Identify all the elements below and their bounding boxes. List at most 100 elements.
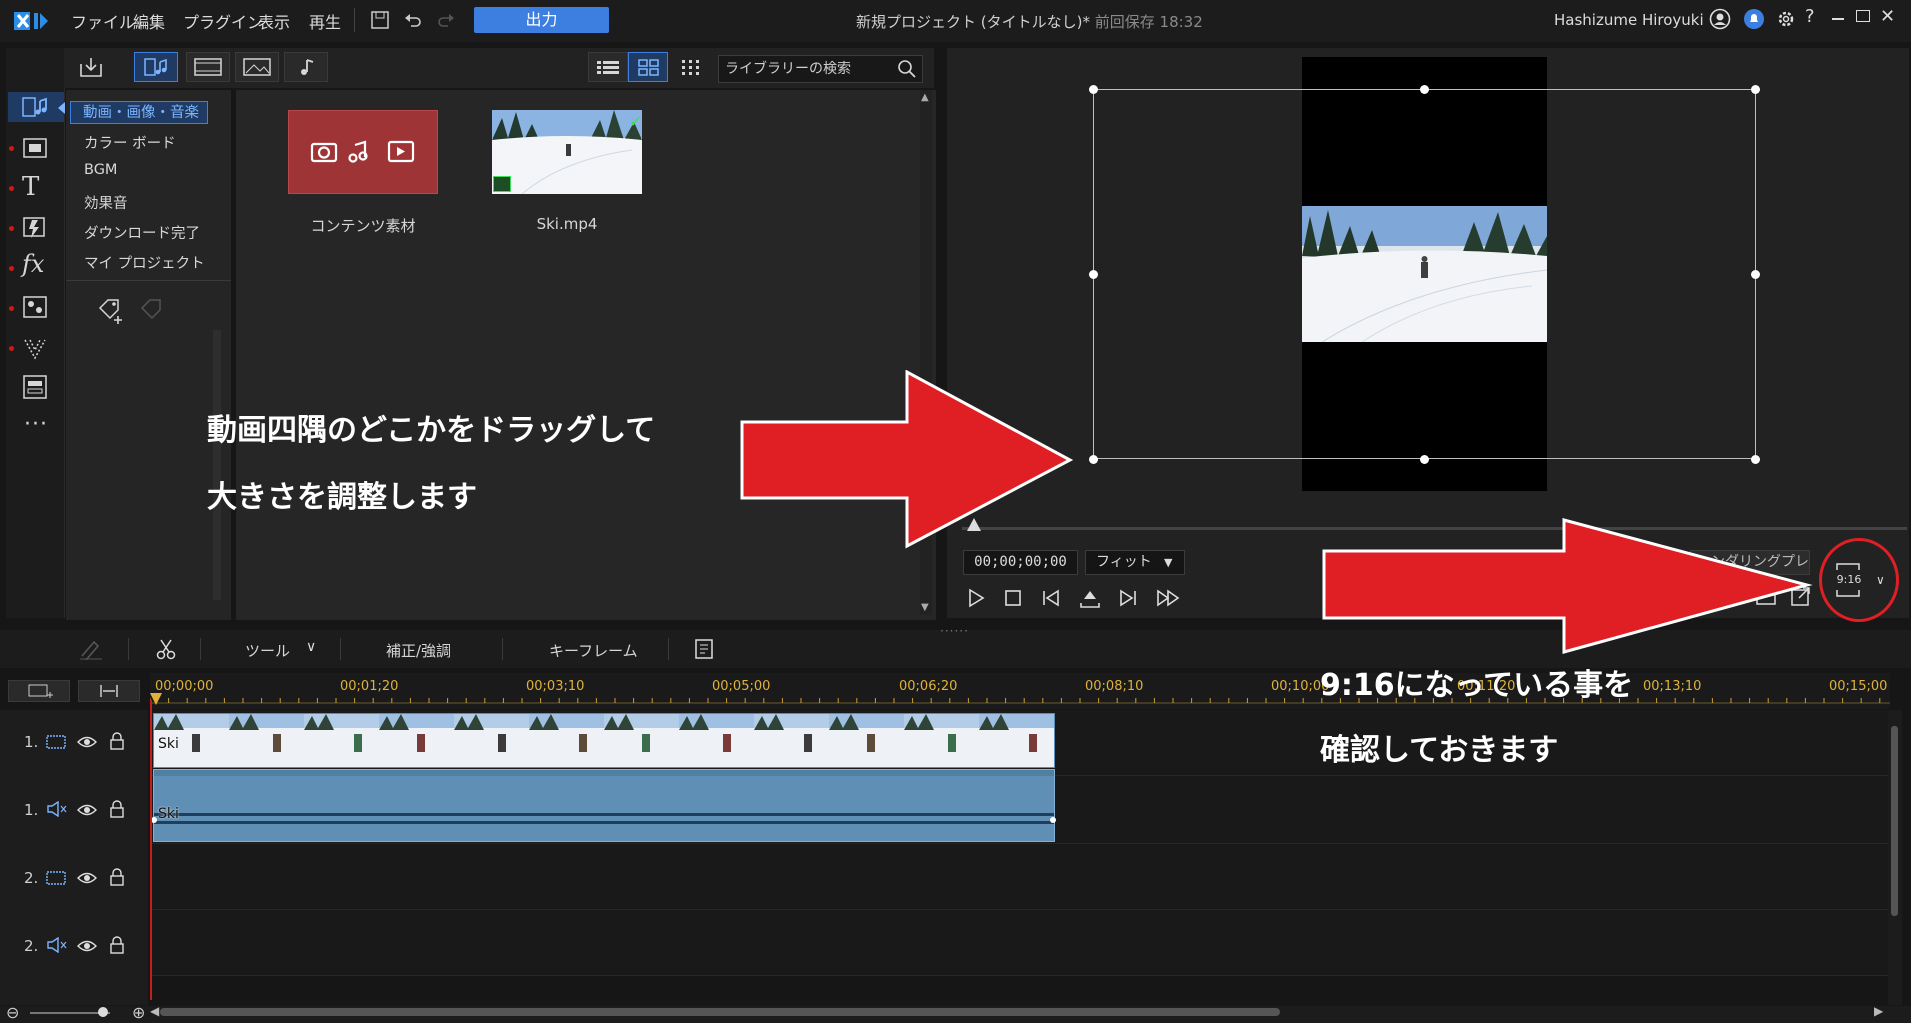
timeline-horizontal-scroll-thumb[interactable] <box>160 1008 1280 1016</box>
category-bgm[interactable]: BGM <box>84 162 117 178</box>
menu-file[interactable]: ファイル <box>71 9 135 33</box>
redo-icon[interactable] <box>436 10 456 30</box>
audio-volume-line[interactable] <box>154 813 1054 816</box>
import-media-icon[interactable] <box>78 56 104 78</box>
category-color-board[interactable]: カラー ボード <box>84 132 176 153</box>
grid-view-button[interactable] <box>628 52 668 82</box>
lock-icon[interactable] <box>109 936 125 954</box>
timeline-vertical-scrollbar[interactable] <box>1888 710 1902 1005</box>
fit-timeline-button[interactable] <box>78 680 140 702</box>
filter-all-media-button[interactable] <box>134 52 178 82</box>
visibility-eye-icon[interactable] <box>77 735 97 749</box>
resize-handle-left[interactable] <box>1089 270 1098 279</box>
visibility-eye-icon[interactable] <box>77 939 97 953</box>
subtitle-room-icon[interactable] <box>22 374 48 400</box>
help-icon[interactable]: ? <box>1805 6 1815 27</box>
notification-icon[interactable] <box>1743 8 1765 30</box>
playhead-line[interactable] <box>150 700 152 1000</box>
scroll-right-icon[interactable]: ▶ <box>1874 1004 1883 1018</box>
stop-icon[interactable] <box>1004 589 1022 607</box>
volume-keyframe[interactable] <box>1050 817 1056 823</box>
category-my-projects[interactable]: マイ プロジェクト <box>84 252 205 273</box>
subtitle-edit-icon[interactable] <box>693 638 715 660</box>
resize-handle-bottom-right[interactable] <box>1751 455 1760 464</box>
scroll-up-icon[interactable]: ▲ <box>921 92 929 103</box>
keyframe-menu[interactable]: キーフレーム <box>549 640 638 661</box>
fast-forward-icon[interactable] <box>1156 588 1182 608</box>
correction-menu[interactable]: 補正/強調 <box>386 640 451 661</box>
resize-handle-top-left[interactable] <box>1089 85 1098 94</box>
snapshot-icon[interactable] <box>1079 587 1101 609</box>
resize-handle-bottom-left[interactable] <box>1089 455 1098 464</box>
visibility-eye-icon[interactable] <box>77 803 97 817</box>
resize-handle-top[interactable] <box>1420 85 1429 94</box>
menu-playback[interactable]: 再生 <box>309 9 341 33</box>
scroll-left-icon[interactable]: ◀ <box>150 1004 159 1018</box>
next-frame-icon[interactable] <box>1118 588 1138 608</box>
video-clip[interactable]: Ski <box>153 713 1055 768</box>
thumbnail-size-icon[interactable] <box>680 58 702 78</box>
filter-video-button[interactable] <box>186 52 230 82</box>
previous-frame-icon[interactable] <box>1041 588 1061 608</box>
category-media[interactable]: 動画・画像・音楽 <box>70 101 208 124</box>
tools-menu[interactable]: ツール <box>245 640 290 661</box>
filter-audio-button[interactable] <box>284 52 328 82</box>
timecode-display[interactable]: 00;00;00;00 <box>963 550 1078 575</box>
particle-room-icon[interactable] <box>22 336 48 362</box>
search-icon[interactable] <box>897 59 917 79</box>
filter-image-button[interactable] <box>235 52 279 82</box>
lock-icon[interactable] <box>109 800 125 818</box>
resize-handle-top-right[interactable] <box>1751 85 1760 94</box>
settings-gear-icon[interactable] <box>1775 8 1797 30</box>
output-button[interactable]: 出力 <box>474 7 609 33</box>
save-icon[interactable] <box>370 10 390 30</box>
category-sound-effects[interactable]: 効果音 <box>84 192 128 213</box>
content-material-thumbnail[interactable] <box>288 110 438 194</box>
scroll-down-icon[interactable]: ▼ <box>921 602 929 613</box>
undo-icon[interactable] <box>403 10 423 30</box>
pip-room-icon[interactable] <box>22 295 48 321</box>
track-lane-audio-2[interactable] <box>150 910 1890 976</box>
list-view-button[interactable] <box>588 52 628 82</box>
panel-resize-grip-icon[interactable]: ······ <box>940 624 969 638</box>
resize-handle-right[interactable] <box>1751 270 1760 279</box>
play-icon[interactable] <box>966 588 986 608</box>
video-transform-box[interactable] <box>1093 89 1756 459</box>
menu-edit[interactable]: 編集 <box>133 9 165 33</box>
zoom-in-icon[interactable]: ⊕ <box>132 1003 145 1022</box>
visibility-eye-icon[interactable] <box>77 871 97 885</box>
zoom-slider-thumb[interactable] <box>98 1007 108 1017</box>
title-room-icon[interactable]: T <box>22 174 48 200</box>
transition-room-icon[interactable] <box>22 214 48 240</box>
lock-icon[interactable] <box>109 868 125 886</box>
toolbar-divider <box>128 638 129 660</box>
category-downloads[interactable]: ダウンロード完了 <box>84 222 200 243</box>
lock-icon[interactable] <box>109 732 125 750</box>
track-number: 1. <box>24 801 39 819</box>
media-room-icon[interactable] <box>22 95 48 121</box>
minimize-icon[interactable] <box>1832 18 1844 20</box>
close-icon[interactable]: ✕ <box>1880 6 1895 27</box>
category-scrollbar[interactable] <box>213 330 221 600</box>
library-search-input[interactable]: ライブラリーの検索 <box>718 55 923 83</box>
tools-chevron-down-icon[interactable]: ∨ <box>306 639 316 655</box>
track-manager-button[interactable] <box>8 680 70 702</box>
ski-video-thumbnail[interactable] <box>492 110 642 194</box>
add-tag-icon[interactable] <box>96 296 126 326</box>
more-rooms-icon[interactable]: ··· <box>24 412 48 437</box>
audio-clip[interactable]: Ski <box>151 769 1056 842</box>
restore-icon[interactable] <box>1856 10 1870 22</box>
rail-collapse-arrow-icon[interactable] <box>58 102 65 114</box>
zoom-fit-select[interactable]: フィット ▼ <box>1085 550 1185 575</box>
split-scissors-icon[interactable] <box>155 638 177 660</box>
fx-room-icon[interactable] <box>22 136 48 162</box>
resize-handle-bottom[interactable] <box>1420 455 1429 464</box>
track-lane-video-2[interactable] <box>150 844 1890 910</box>
menu-plugin[interactable]: プラグイン <box>183 9 263 33</box>
menu-view[interactable]: 表示 <box>258 9 290 33</box>
zoom-out-icon[interactable]: ⊖ <box>6 1003 19 1022</box>
audio-waveform-line <box>154 821 1054 824</box>
scroll-thumb[interactable] <box>1891 726 1898 916</box>
user-account-icon[interactable] <box>1709 8 1731 30</box>
fx-effect-icon[interactable]: fx <box>22 251 48 277</box>
